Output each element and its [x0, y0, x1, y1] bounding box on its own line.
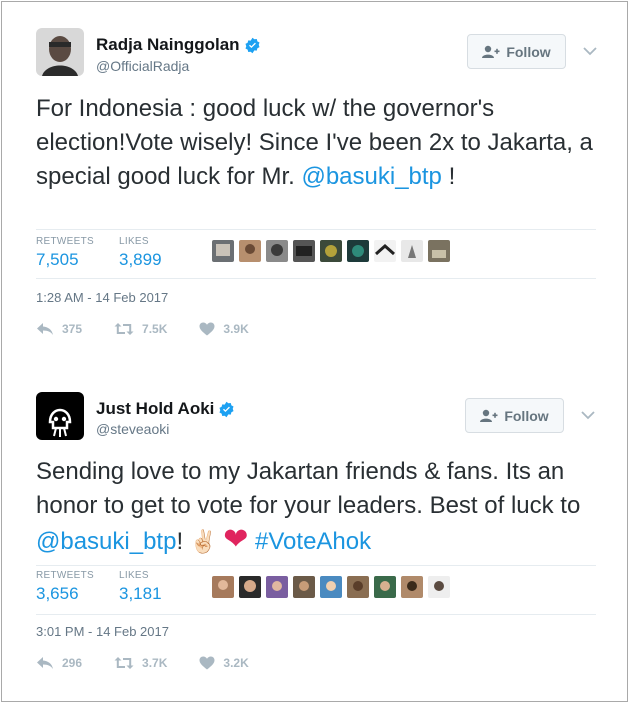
author-row: Just Hold Aoki	[96, 399, 235, 419]
divider	[36, 614, 596, 615]
liker-avatar[interactable]	[347, 240, 369, 262]
reply-count: 375	[62, 322, 83, 336]
mention-link[interactable]: @basuki_btp	[36, 528, 176, 555]
verified-badge-icon	[245, 37, 260, 53]
chevron-down-icon[interactable]	[583, 46, 597, 56]
likes-stat[interactable]: LIKES 3,899	[119, 236, 162, 270]
tweet-radja: Radja Nainggolan @OfficialRadja Follow F…	[2, 2, 629, 354]
liker-avatar[interactable]	[374, 576, 396, 598]
avatar[interactable]	[36, 28, 84, 76]
retweets-label: RETWEETS	[36, 570, 94, 581]
liker-avatar[interactable]	[320, 240, 342, 262]
like-action[interactable]: 3.9K	[199, 322, 249, 336]
divider	[36, 229, 596, 230]
retweets-label: RETWEETS	[36, 236, 94, 247]
tweet-timestamp[interactable]: 3:01 PM - 14 Feb 2017	[36, 624, 169, 639]
retweets-count: 3,656	[36, 584, 79, 603]
author-name[interactable]: Just Hold Aoki	[96, 399, 214, 419]
tweet-timestamp[interactable]: 1:28 AM - 14 Feb 2017	[36, 290, 168, 305]
reply-icon	[37, 323, 53, 335]
heart-icon	[199, 656, 215, 670]
verified-badge-icon	[219, 401, 234, 417]
likes-label: LIKES	[119, 570, 149, 581]
hashtag-link[interactable]: #VoteAhok	[255, 528, 371, 555]
author-row: Radja Nainggolan	[96, 35, 261, 55]
divider	[36, 278, 596, 279]
follow-label: Follow	[504, 407, 549, 424]
author-name[interactable]: Radja Nainggolan	[96, 35, 240, 55]
retweet-action[interactable]: 7.5K	[114, 322, 167, 336]
tweet-text-part	[248, 528, 255, 555]
avatar-aoki-image	[36, 392, 84, 440]
like-count: 3.9K	[223, 322, 249, 336]
tweet-text-part: !	[441, 163, 456, 190]
liker-avatar[interactable]	[266, 240, 288, 262]
likers-avatars	[212, 576, 450, 598]
liker-avatar[interactable]	[239, 240, 261, 262]
reply-count: 296	[62, 656, 83, 670]
liker-avatar[interactable]	[212, 240, 234, 262]
reply-action[interactable]: 296	[36, 656, 82, 670]
liker-avatar[interactable]	[401, 240, 423, 262]
liker-avatar[interactable]	[266, 576, 288, 598]
liker-avatar[interactable]	[320, 576, 342, 598]
avatar-radja-image	[36, 28, 84, 76]
like-count: 3.2K	[223, 656, 249, 670]
tweet-text: For Indonesia : good luck w/ the governo…	[36, 92, 606, 194]
like-action[interactable]: 3.2K	[199, 656, 249, 670]
chevron-down-icon[interactable]	[581, 410, 595, 420]
divider	[36, 565, 596, 566]
liker-avatar[interactable]	[401, 576, 423, 598]
tweet-text: Sending love to my Jakartan friends & fa…	[36, 455, 606, 559]
likes-stat[interactable]: LIKES 3,181	[119, 570, 162, 604]
liker-avatar[interactable]	[239, 576, 261, 598]
follow-person-icon	[480, 409, 498, 422]
tweet-actions: 375 7.5K 3.9K	[36, 322, 281, 336]
retweet-icon	[114, 657, 134, 669]
liker-avatar[interactable]	[347, 576, 369, 598]
follow-button[interactable]: Follow	[465, 398, 564, 433]
tweet-steveaoki: Just Hold Aoki @steveaoki Follow Sending…	[2, 354, 629, 703]
reply-action[interactable]: 375	[36, 322, 82, 336]
liker-avatar[interactable]	[428, 240, 450, 262]
retweets-stat[interactable]: RETWEETS 7,505	[36, 236, 94, 270]
retweet-count: 3.7K	[142, 656, 168, 670]
reply-icon	[37, 657, 53, 669]
liker-avatar[interactable]	[293, 240, 315, 262]
author-handle[interactable]: @steveaoki	[96, 421, 169, 437]
heart-icon	[199, 322, 215, 336]
liker-avatar[interactable]	[212, 576, 234, 598]
retweet-count: 7.5K	[142, 322, 168, 336]
retweets-stat[interactable]: RETWEETS 3,656	[36, 570, 94, 604]
retweet-icon	[114, 323, 134, 335]
likes-label: LIKES	[119, 236, 149, 247]
avatar[interactable]	[36, 392, 84, 440]
follow-button[interactable]: Follow	[467, 34, 566, 69]
red-heart-emoji: ❤	[223, 523, 249, 556]
likes-count: 3,899	[119, 250, 162, 269]
likes-count: 3,181	[119, 584, 162, 603]
tweet-text-part: Sending love to my Jakartan friends & fa…	[36, 458, 581, 519]
liker-avatar[interactable]	[293, 576, 315, 598]
screenshot-frame: Radja Nainggolan @OfficialRadja Follow F…	[1, 1, 628, 702]
liker-avatar[interactable]	[374, 240, 396, 262]
author-handle[interactable]: @OfficialRadja	[96, 58, 189, 74]
victory-hand-emoji: ✌🏻	[189, 529, 218, 554]
retweets-count: 7,505	[36, 250, 79, 269]
likers-avatars	[212, 240, 450, 262]
follow-label: Follow	[506, 43, 551, 60]
tweet-actions: 296 3.7K 3.2K	[36, 656, 281, 670]
liker-avatar[interactable]	[428, 576, 450, 598]
retweet-action[interactable]: 3.7K	[114, 656, 167, 670]
follow-person-icon	[482, 45, 500, 58]
tweet-text-part: !	[176, 528, 190, 555]
mention-link[interactable]: @basuki_btp	[301, 163, 441, 190]
